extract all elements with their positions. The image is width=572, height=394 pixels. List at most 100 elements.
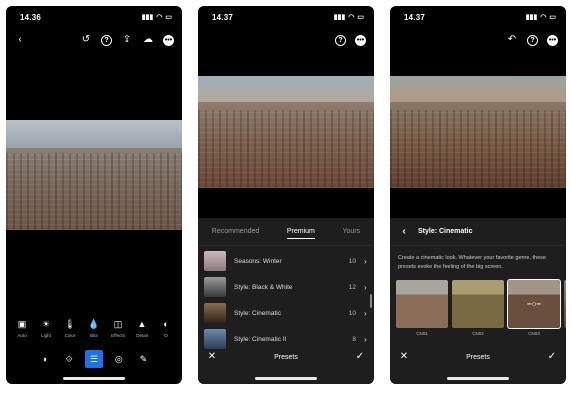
style-header: ‹ Style: Cinematic	[390, 218, 566, 246]
tool-effects[interactable]: ◫ Effects	[107, 318, 129, 346]
check-icon[interactable]: ✓	[546, 351, 558, 363]
wifi-icon: ◠	[540, 14, 547, 21]
chevron-right-icon: ›	[364, 282, 367, 292]
phone-presets-screen: 14.37 ▮▮▮ ◠ ▭ ? ••• Recommended Premium …	[198, 6, 374, 384]
home-indicator	[63, 377, 125, 380]
preset-row[interactable]: Seasons: Winter 10 ›	[204, 248, 374, 274]
system-icons: ▮▮▮ ◠ ▭	[334, 13, 364, 21]
swatch-image	[452, 280, 504, 328]
wifi-icon: ◠	[348, 14, 355, 21]
preset-tabs: Recommended Premium Yours	[198, 218, 374, 246]
effects-icon: ◫	[113, 318, 123, 329]
status-bar: 14.36 ▮▮▮ ◠ ▭	[6, 6, 182, 28]
status-time: 14.36	[20, 12, 42, 22]
preset-swatch-selected[interactable]: −○− CN03	[507, 279, 561, 336]
tool-light[interactable]: ☀ Light	[35, 318, 57, 346]
more-icon[interactable]: •••	[547, 34, 558, 46]
scrollbar[interactable]	[370, 294, 372, 308]
signal-icon: ▮▮▮	[333, 14, 346, 21]
mode-bar: ◑ ⟐ ☰ ◎ ✎	[6, 350, 182, 368]
top-toolbar: ? •••	[198, 28, 374, 52]
back-icon[interactable]: ‹	[398, 226, 410, 238]
chevron-right-icon: ›	[364, 256, 367, 266]
tool-optics[interactable]: ◐ O	[155, 318, 177, 346]
photo-preview	[390, 76, 566, 188]
tab-recommended[interactable]: Recommended	[212, 228, 259, 235]
status-time: 14.37	[212, 12, 234, 22]
back-icon[interactable]: ‹	[14, 34, 26, 46]
swatch-image	[396, 280, 448, 328]
phone-editor-screen: 14.36 ▮▮▮ ◠ ▭ ‹ ↺ ? ⇪ ☁ ••• ▣ Auto ☀ Light…	[6, 6, 182, 384]
preset-thumbnail	[204, 251, 226, 271]
signal-icon: ▮▮▮	[141, 14, 154, 21]
edit-icon[interactable]: ☰	[84, 350, 103, 368]
style-description: Create a cinematic look. Whatever your f…	[398, 255, 546, 270]
battery-icon: ▭	[549, 14, 556, 21]
drop-icon: 💧	[88, 318, 100, 329]
top-toolbar: ↶ ? •••	[390, 28, 566, 52]
preset-thumbnail	[204, 303, 226, 323]
undo-icon[interactable]: ↶	[506, 34, 518, 46]
chevron-right-icon: ›	[364, 334, 367, 344]
tool-color[interactable]: 🌡 Color	[59, 318, 81, 346]
detail-icon: ▲	[137, 318, 147, 329]
selective-icon[interactable]: ◑	[35, 350, 53, 368]
home-indicator	[255, 377, 317, 380]
tab-premium[interactable]: Premium	[286, 224, 315, 239]
status-bar: 14.37 ▮▮▮ ◠ ▭	[198, 6, 374, 28]
system-icons: ▮▮▮ ◠ ▭	[142, 13, 172, 21]
crop-icon[interactable]: ⟐	[60, 350, 78, 368]
more-icon[interactable]: •••	[355, 34, 366, 46]
close-icon[interactable]: ✕	[398, 351, 410, 363]
history-icon[interactable]: ↺	[80, 34, 92, 46]
bottom-bar: ✕ Presets ✓	[198, 349, 374, 365]
preset-swatch[interactable]	[564, 280, 566, 336]
battery-icon: ▭	[165, 14, 172, 21]
battery-icon: ▭	[357, 14, 364, 21]
help-icon[interactable]: ?	[527, 34, 538, 46]
swatch-image: −○−	[507, 279, 561, 329]
optics-icon: ◐	[163, 318, 169, 329]
system-icons: ▮▮▮ ◠ ▭	[526, 13, 556, 21]
tool-blur[interactable]: 💧 Blur	[83, 318, 105, 346]
top-toolbar: ‹ ↺ ? ⇪ ☁ •••	[6, 28, 182, 52]
auto-icon: ▣	[17, 318, 27, 329]
help-icon[interactable]: ?	[101, 34, 112, 46]
photo-preview	[198, 76, 374, 188]
preset-swatches: CN01 CN02 −○− CN03	[390, 272, 566, 336]
preset-list: Seasons: Winter 10 › Style: Black & Whit…	[198, 246, 374, 352]
tab-yours[interactable]: Yours	[343, 228, 361, 235]
preset-thumbnail	[204, 277, 226, 297]
phone-style-screen: 14.37 ▮▮▮ ◠ ▭ ↶ ? ••• ‹ Style: Cinematic…	[390, 6, 566, 384]
edit-tools: ▣ Auto ☀ Light 🌡 Color 💧 Blur ◫ Effects ▲ Deta…	[6, 318, 182, 346]
home-indicator	[447, 377, 509, 380]
help-icon[interactable]: ?	[335, 34, 346, 46]
thermometer-icon: 🌡	[64, 318, 76, 329]
bottom-title: Presets	[466, 353, 490, 361]
more-icon[interactable]: •••	[163, 34, 174, 46]
tool-detail[interactable]: ▲ Detail	[131, 318, 153, 346]
close-icon[interactable]: ✕	[206, 351, 218, 363]
status-time: 14.37	[404, 12, 426, 22]
signal-icon: ▮▮▮	[525, 14, 538, 21]
check-icon[interactable]: ✓	[354, 351, 366, 363]
preset-row[interactable]: Style: Cinematic 10 ›	[204, 300, 374, 326]
wifi-icon: ◠	[156, 14, 163, 21]
swatch-image	[564, 280, 566, 328]
sun-icon: ☀	[41, 318, 51, 329]
tool-auto[interactable]: ▣ Auto	[11, 318, 33, 346]
share-icon[interactable]: ⇪	[121, 34, 133, 46]
preset-swatch[interactable]: CN01	[396, 280, 448, 336]
preset-row[interactable]: Style: Black & White 12 ›	[204, 274, 374, 300]
chevron-right-icon: ›	[364, 308, 367, 318]
bottom-title: Presets	[274, 353, 298, 361]
preset-thumbnail	[204, 329, 226, 349]
amount-slider-icon[interactable]: −○−	[527, 300, 541, 309]
photo-preview	[6, 120, 182, 230]
masking-icon[interactable]: ◎	[110, 350, 128, 368]
cloud-icon[interactable]: ☁	[142, 34, 154, 46]
bottom-bar: ✕ Presets ✓	[390, 349, 566, 365]
status-bar: 14.37 ▮▮▮ ◠ ▭	[390, 6, 566, 28]
heal-icon[interactable]: ✎	[135, 350, 153, 368]
preset-swatch[interactable]: CN02	[452, 280, 504, 336]
